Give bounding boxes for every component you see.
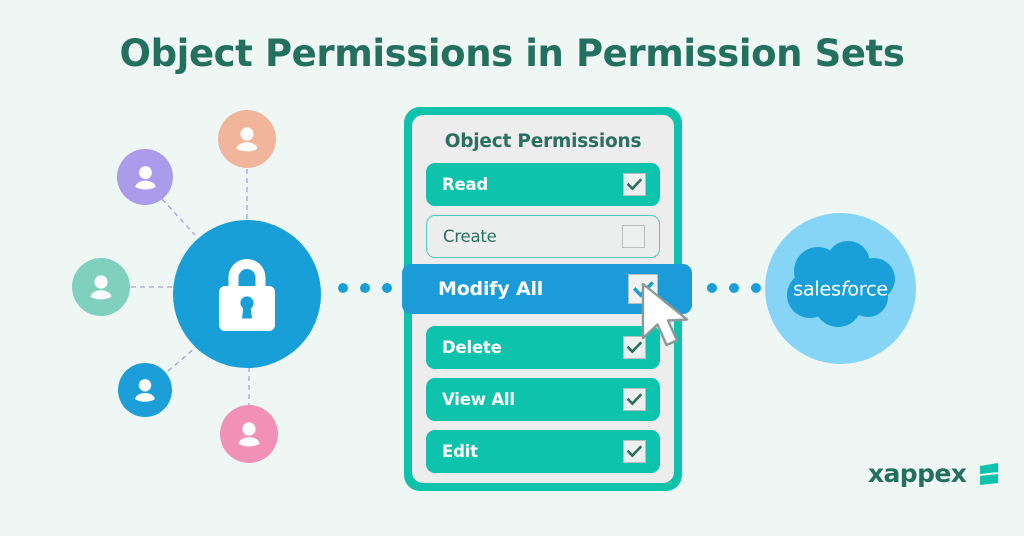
salesforce-cloud-icon	[786, 240, 895, 327]
checkbox-read[interactable]	[623, 173, 646, 196]
check-icon	[626, 445, 643, 458]
page-title: Object Permissions in Permission Sets	[119, 32, 905, 75]
connector-dot	[338, 283, 348, 293]
cursor-arrow-icon	[641, 282, 689, 347]
checkbox-edit[interactable]	[623, 440, 646, 463]
checkbox-view-all[interactable]	[623, 388, 646, 411]
security-lock-node	[173, 220, 321, 368]
check-icon	[626, 178, 643, 191]
xappex-mark-icon	[980, 462, 999, 485]
xappex-logo: xappex	[868, 459, 1001, 488]
permission-row-create[interactable]: Create	[426, 215, 660, 258]
person-icon	[134, 165, 156, 190]
connector-dot	[707, 283, 717, 293]
permission-row-read[interactable]: Read	[426, 163, 660, 206]
permission-label: Modify All	[438, 278, 544, 300]
connector-dot	[729, 283, 739, 293]
permission-label: Read	[442, 175, 489, 194]
connector-dot	[382, 283, 392, 293]
connector-dot	[751, 283, 761, 293]
permission-label: View All	[442, 390, 515, 409]
permission-label: Edit	[442, 442, 478, 461]
permission-label: Delete	[442, 338, 502, 357]
permission-row-delete[interactable]: Delete	[426, 326, 660, 369]
check-icon	[626, 393, 643, 406]
person-icon	[90, 275, 112, 300]
salesforce-node: salesforce	[765, 213, 916, 364]
checkbox-create[interactable]	[622, 225, 645, 248]
connector-dot	[360, 283, 370, 293]
permission-row-edit[interactable]: Edit	[426, 430, 660, 473]
permission-row-view-all[interactable]: View All	[426, 378, 660, 421]
brand-name: xappex	[868, 459, 967, 488]
lock-icon	[219, 259, 275, 331]
avatar-blue	[118, 363, 172, 417]
avatar-purple	[117, 149, 173, 205]
permission-row-list: Read Create Delete View All Edit	[426, 163, 660, 473]
person-icon	[238, 422, 260, 447]
avatar-mint	[72, 258, 130, 316]
user-network-cluster	[55, 95, 385, 465]
person-icon	[135, 379, 155, 402]
avatar-peach	[218, 110, 276, 168]
person-icon	[236, 127, 258, 152]
permission-label: Create	[443, 227, 497, 246]
mouse-pointer	[639, 281, 701, 360]
infographic-canvas: Object Permissions in Permission Sets Ob…	[0, 0, 1024, 536]
avatar-pink	[220, 405, 278, 463]
card-header-title: Object Permissions	[444, 131, 642, 152]
